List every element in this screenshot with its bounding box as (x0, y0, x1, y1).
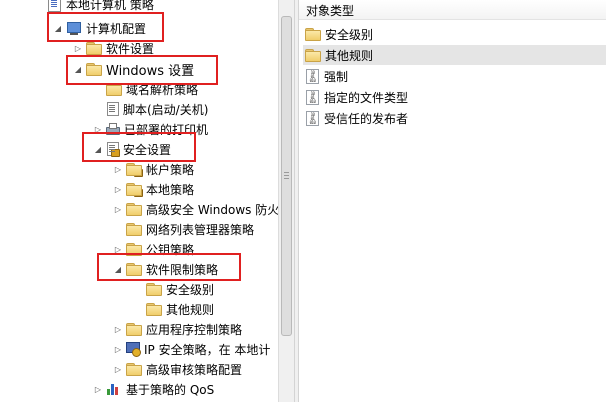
folder-icon (126, 202, 142, 216)
tree-scrollbar[interactable] (278, 0, 294, 402)
printer-icon (106, 123, 120, 135)
folder-icon (126, 362, 142, 376)
tree-item-advanced-firewall[interactable]: ▷ 高级安全 Windows 防火 (112, 199, 278, 219)
locked-folder-icon (126, 182, 143, 197)
folder-icon (305, 48, 321, 62)
list-item-trusted-publishers[interactable]: 10 01 010 受信任的发布者 (306, 108, 408, 128)
tree-pane: 本地计算机 策略 ◢ 计算机配置 ▷ 软件设置 ◢ Windows 设置 域名解… (0, 0, 278, 402)
tree-item-qos[interactable]: ▷ 基于策略的 QoS (92, 379, 214, 399)
script-icon (106, 102, 119, 116)
tree-item-app-control[interactable]: ▷ 应用程序控制策略 (112, 319, 242, 339)
folder-icon (126, 262, 142, 276)
tree-item-scripts[interactable]: 脚本(启动/关机) (106, 99, 208, 119)
folder-icon (305, 27, 321, 41)
binary-file-icon: 10 01 010 (306, 110, 319, 126)
tree-item-windows-settings[interactable]: ◢ Windows 设置 (72, 59, 194, 79)
tree-item-security-settings[interactable]: ◢ 安全设置 (92, 139, 171, 159)
scrollbar-thumb[interactable] (281, 16, 292, 336)
tree-item-account-policies[interactable]: ▷ 帐户策略 (112, 159, 194, 179)
folder-icon (86, 41, 102, 55)
folder-icon (146, 282, 162, 296)
tree-item-additional-rules[interactable]: 其他规则 (146, 299, 214, 319)
security-settings-icon (106, 142, 120, 157)
bar-chart-icon (106, 382, 122, 396)
column-header-object-type[interactable]: 对象类型 (299, 0, 606, 20)
expand-arrow-icon[interactable]: ▷ (112, 363, 124, 375)
ip-security-icon (126, 342, 141, 357)
tree-item-security-levels[interactable]: 安全级别 (146, 279, 214, 299)
expand-arrow-icon[interactable]: ▷ (72, 42, 84, 54)
folder-icon (106, 82, 122, 96)
list-item-additional-rules[interactable]: 其他规则 (303, 45, 606, 65)
collapse-arrow-icon[interactable]: ◢ (112, 263, 124, 275)
list-pane: 对象类型 安全级别 其他规则 10 01 010 强制 10 01 010 指定的文件类… (299, 0, 606, 402)
folder-icon (126, 242, 142, 256)
tree-item-network-list[interactable]: 网络列表管理器策略 (126, 219, 254, 239)
collapse-arrow-icon[interactable]: ◢ (52, 22, 64, 34)
binary-file-icon: 10 01 010 (306, 68, 319, 84)
expand-arrow-icon[interactable]: ▷ (92, 383, 104, 395)
policy-icon (48, 0, 61, 12)
folder-icon (126, 222, 142, 236)
lock-icon (134, 169, 143, 177)
folder-icon (146, 302, 162, 316)
collapse-arrow-icon[interactable]: ◢ (92, 143, 104, 155)
computer-icon (66, 21, 82, 35)
tree-item-local-policies[interactable]: ▷ 本地策略 (112, 179, 194, 199)
expand-arrow-icon[interactable]: ▷ (112, 183, 124, 195)
binary-file-icon: 10 01 010 (306, 89, 319, 105)
list-item-designated-file-types[interactable]: 10 01 010 指定的文件类型 (306, 87, 408, 107)
collapse-arrow-icon[interactable]: ◢ (72, 63, 84, 75)
locked-folder-icon (126, 162, 143, 177)
tree-item-advanced-audit[interactable]: ▷ 高级审核策略配置 (112, 359, 242, 379)
tree-item-root[interactable]: 本地计算机 策略 (48, 0, 154, 14)
tree-item-software-settings[interactable]: ▷ 软件设置 (72, 38, 154, 58)
tree-item-deployed-printers[interactable]: ▷ 已部署的打印机 (92, 119, 208, 139)
tree-item-computer-config[interactable]: ◢ 计算机配置 (52, 18, 146, 38)
expand-arrow-icon[interactable]: ▷ (112, 243, 124, 255)
expand-arrow-icon[interactable]: ▷ (112, 343, 124, 355)
folder-icon (86, 62, 102, 76)
tree-item-public-key[interactable]: ▷ 公钥策略 (112, 239, 194, 259)
lock-icon (111, 149, 120, 157)
tree-item-software-restriction[interactable]: ◢ 软件限制策略 (112, 259, 218, 279)
expand-arrow-icon[interactable]: ▷ (112, 203, 124, 215)
list-item-security-levels[interactable]: 安全级别 (305, 24, 373, 44)
folder-icon (126, 322, 142, 336)
expand-arrow-icon[interactable]: ▷ (92, 123, 104, 135)
tree-item-name-resolution[interactable]: 域名解析策略 (106, 79, 198, 99)
expand-arrow-icon[interactable]: ▷ (112, 323, 124, 335)
tree-item-ip-security[interactable]: ▷ IP 安全策略，在 本地计 (112, 339, 270, 359)
lock-icon (134, 189, 143, 197)
expand-arrow-icon[interactable]: ▷ (112, 163, 124, 175)
list-item-enforcement[interactable]: 10 01 010 强制 (306, 66, 348, 86)
